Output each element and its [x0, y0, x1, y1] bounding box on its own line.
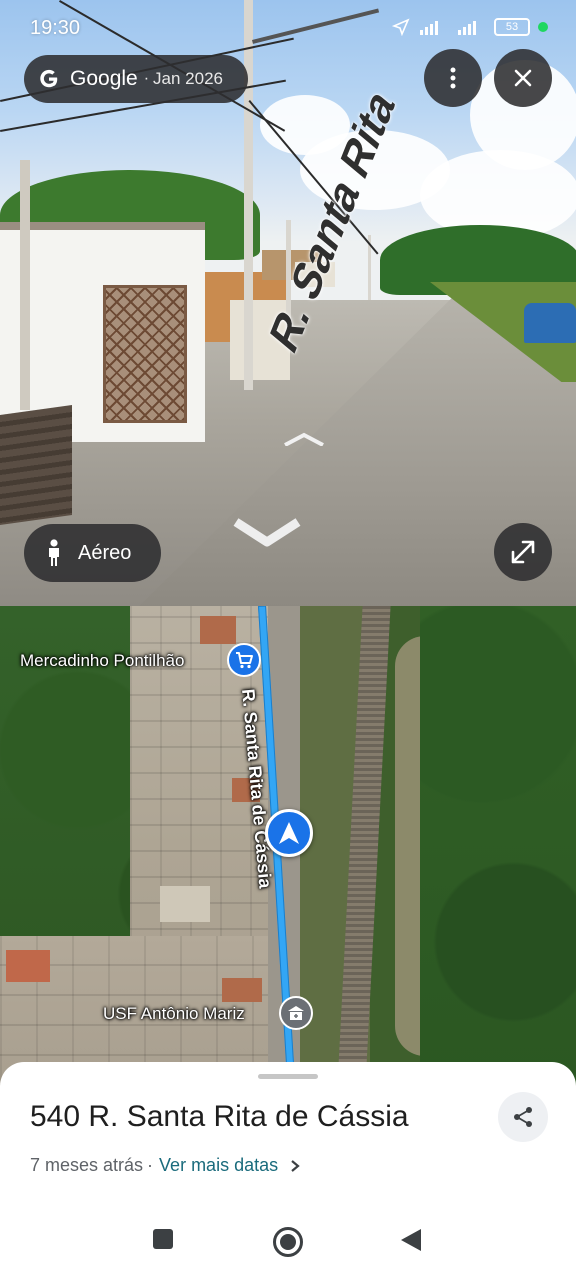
aerial-view-button[interactable]: Aéreo [24, 524, 161, 582]
chip-separator: · [143, 70, 150, 87]
poi-label[interactable]: USF Antônio Mariz [103, 1004, 245, 1024]
back-triangle-icon [401, 1229, 421, 1251]
status-time: 19:30 [30, 17, 81, 39]
utility-pole [20, 160, 30, 410]
android-nav-bar [0, 1210, 576, 1280]
share-icon [514, 1107, 532, 1127]
share-button[interactable] [498, 1092, 548, 1142]
navigation-arrow-icon [279, 822, 299, 844]
google-brand-label: Google [70, 67, 138, 90]
more-options-button[interactable] [424, 49, 482, 107]
chevron-up-icon[interactable] [283, 432, 325, 446]
roof [200, 616, 236, 644]
hospital-icon [288, 1006, 304, 1020]
place-title: 540 R. Santa Rita de Cássia [30, 1100, 409, 1133]
roof [6, 950, 50, 982]
pegman-icon [49, 539, 59, 566]
back-button[interactable] [400, 1228, 422, 1252]
chevron-down-icon[interactable] [232, 518, 302, 550]
see-more-dates-link[interactable]: Ver mais datas [159, 1155, 278, 1176]
battery-indicator: 53 [494, 18, 530, 36]
chevron-right-icon[interactable] [290, 1159, 300, 1173]
home-button[interactable] [272, 1226, 304, 1258]
imagery-info-row: 7 meses atrás · Ver mais datas [30, 1155, 300, 1176]
fullscreen-button[interactable] [494, 523, 552, 581]
current-location-marker[interactable] [265, 809, 313, 857]
recents-button[interactable] [152, 1228, 174, 1250]
status-bar: 19:30 53 [0, 0, 576, 56]
blue-tarp [524, 303, 576, 343]
poi-label[interactable]: Mercadinho Pontilhão [20, 651, 184, 671]
google-g-icon [40, 69, 58, 88]
more-vert-icon [450, 67, 456, 89]
expand-icon [511, 540, 535, 564]
privacy-dot [538, 22, 548, 32]
imagery-date-label: Jan 2026 [153, 69, 223, 88]
roof [160, 886, 210, 922]
home-circle-icon [273, 1227, 303, 1257]
signal-icon [420, 21, 438, 35]
recents-square-icon [153, 1229, 173, 1249]
house-gate [103, 285, 187, 423]
signal-icon [458, 21, 476, 35]
google-date-chip[interactable]: Google · Jan 2026 [24, 55, 248, 103]
close-button[interactable] [494, 49, 552, 107]
location-arrow-icon [392, 18, 410, 36]
separator-dot: · [147, 1155, 154, 1175]
status-icons: 53 [392, 18, 548, 36]
drag-handle[interactable] [258, 1074, 318, 1079]
shopping-cart-icon [236, 652, 253, 669]
poi-pin[interactable] [279, 996, 313, 1030]
forest-area [420, 606, 576, 1086]
poi-pin[interactable] [227, 643, 261, 677]
utility-pole [244, 0, 253, 390]
roof [222, 978, 262, 1002]
satellite-map[interactable]: R. Santa Rita de Cássia Mercadinho Ponti… [0, 606, 576, 1086]
close-icon [514, 69, 532, 87]
street-view-panel[interactable]: R. Santa Rita 19:30 53 Google · Jan 2026… [0, 0, 576, 606]
stone-wall [0, 404, 72, 526]
imagery-age: 7 meses atrás [30, 1155, 144, 1175]
aerial-view-label: Aéreo [78, 541, 132, 564]
